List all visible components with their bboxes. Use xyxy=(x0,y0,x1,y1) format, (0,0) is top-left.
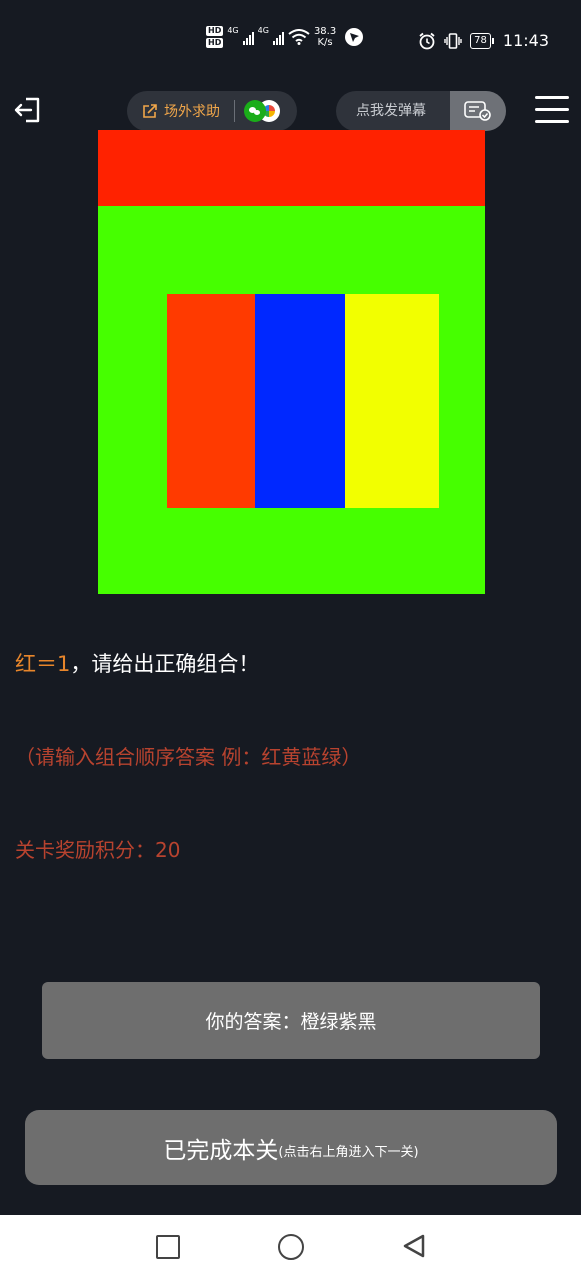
danmaku-input[interactable]: 点我发弹幕 xyxy=(356,91,426,131)
puzzle-top-band xyxy=(98,130,485,206)
clock: 11:43 xyxy=(502,31,549,50)
hd-badge-2: HD xyxy=(206,38,224,48)
back-icon[interactable] xyxy=(400,1232,428,1260)
menu-icon[interactable] xyxy=(535,96,569,126)
puzzle-block-yellow xyxy=(345,294,439,508)
speed-unit: K/s xyxy=(317,37,333,48)
answer-display: 你的答案：橙绿紫黑 xyxy=(42,982,540,1059)
speed-value: 38.3 xyxy=(313,26,337,37)
complete-sublabel: (点击右上角进入下一关) xyxy=(278,1145,419,1160)
exit-icon[interactable] xyxy=(12,94,44,126)
answer-instruction: （请输入组合顺序答案 例：红黄蓝绿） xyxy=(15,745,362,769)
location-arrow-icon xyxy=(345,28,364,46)
share-icon xyxy=(143,104,157,118)
hint-rest: ，请给出正确组合！ xyxy=(70,652,260,676)
battery-icon: 78 xyxy=(470,32,494,49)
danmaku-toggle-icon xyxy=(464,101,491,121)
puzzle-image xyxy=(98,130,485,594)
recent-apps-icon[interactable] xyxy=(156,1235,180,1259)
wechat-icon[interactable] xyxy=(244,100,266,122)
network-type-2: 4G xyxy=(257,26,269,35)
outside-help-button[interactable]: 场外求助 xyxy=(127,91,297,131)
complete-label: 已完成本关 xyxy=(163,1137,279,1164)
danmaku-bar[interactable]: 点我发弹幕 xyxy=(336,91,506,131)
puzzle-block-red xyxy=(167,294,255,508)
hd-indicators: HD HD xyxy=(206,26,224,48)
level-reward: 关卡奖励积分：20 xyxy=(15,838,181,862)
level-complete-button[interactable]: 已完成本关 (点击右上角进入下一关) xyxy=(25,1110,557,1185)
puzzle-block-blue xyxy=(255,294,345,508)
wifi-icon xyxy=(288,29,310,45)
signal-icon-1 xyxy=(242,29,254,45)
puzzle-hint: 红＝1，请给出正确组合！ xyxy=(15,648,259,680)
network-type-1: 4G xyxy=(227,26,239,35)
status-bar: HD HD 4G 4G 38.3 K/s 78 11:43 xyxy=(0,0,581,86)
battery-level: 78 xyxy=(474,34,487,46)
vibrate-icon xyxy=(444,32,462,49)
outside-help-label: 场外求助 xyxy=(164,104,220,120)
home-icon[interactable] xyxy=(278,1234,304,1260)
pill-divider xyxy=(234,100,235,122)
hint-key: 红＝1 xyxy=(15,652,71,676)
network-speed: 38.3 K/s xyxy=(314,26,336,48)
status-left: HD HD 4G 4G 38.3 K/s xyxy=(206,26,364,48)
hd-badge-1: HD xyxy=(206,26,224,36)
alarm-icon xyxy=(419,32,435,49)
danmaku-send-button[interactable] xyxy=(450,91,506,131)
system-nav-bar xyxy=(0,1215,581,1278)
status-right: 78 11:43 xyxy=(418,31,549,50)
signal-icon-2 xyxy=(272,29,284,45)
